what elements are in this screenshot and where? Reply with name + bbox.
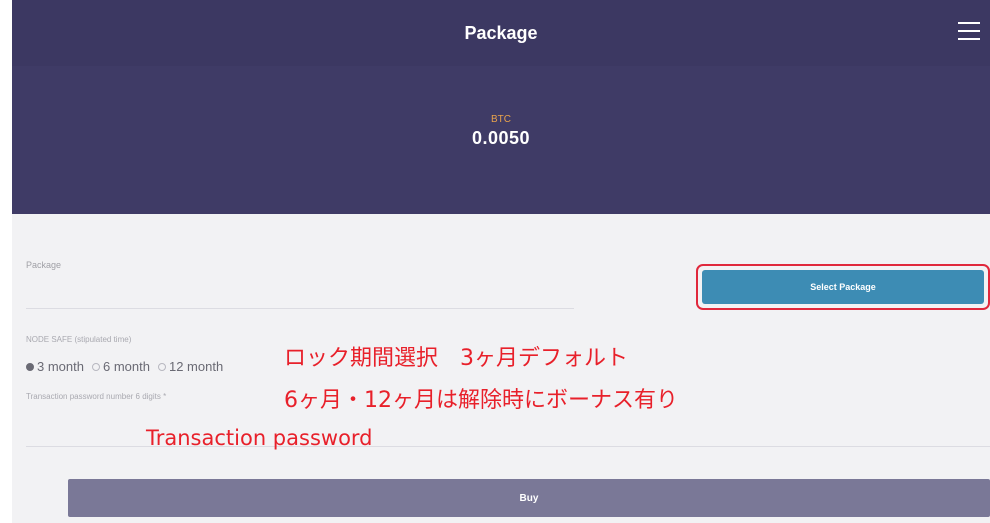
app-header: Package <box>12 0 990 66</box>
hamburger-menu-icon[interactable] <box>958 22 980 40</box>
page-title: Package <box>464 22 538 43</box>
radio-unchecked-icon <box>157 362 166 371</box>
radio-unchecked-icon <box>91 362 100 371</box>
annotation-transaction-password: Transaction password <box>146 426 373 450</box>
balance-panel: BTC 0.0050 <box>12 66 990 214</box>
radio-checked-icon <box>26 362 34 371</box>
radio-label: 12 month <box>168 359 224 374</box>
select-package-button[interactable]: Select Package <box>702 270 984 304</box>
annotation-bonus: 6ヶ月・12ヶ月は解除時にボーナス有り <box>284 388 678 413</box>
currency-label: BTC <box>491 114 511 125</box>
balance-amount: 0.0050 <box>471 128 531 148</box>
node-safe-label: NODE SAFE (stipulated time) <box>26 335 132 344</box>
lock-period-radio-group: 3 month 6 month 12 month <box>26 359 223 374</box>
radio-6-month[interactable]: 6 month <box>91 359 150 374</box>
package-field[interactable] <box>26 308 574 309</box>
transaction-password-label: Transaction password number 6 digits * <box>26 392 167 401</box>
radio-3-month[interactable]: 3 month <box>26 359 84 374</box>
package-field-label: Package <box>26 260 62 270</box>
select-package-highlight: Select Package <box>696 264 990 310</box>
buy-button[interactable]: Buy <box>68 479 990 517</box>
radio-12-month[interactable]: 12 month <box>157 359 224 374</box>
radio-label: 6 month <box>102 359 150 374</box>
radio-label: 3 month <box>37 359 84 374</box>
annotation-lock-period: ロック期間選択 3ヶ月デフォルト <box>284 346 628 371</box>
